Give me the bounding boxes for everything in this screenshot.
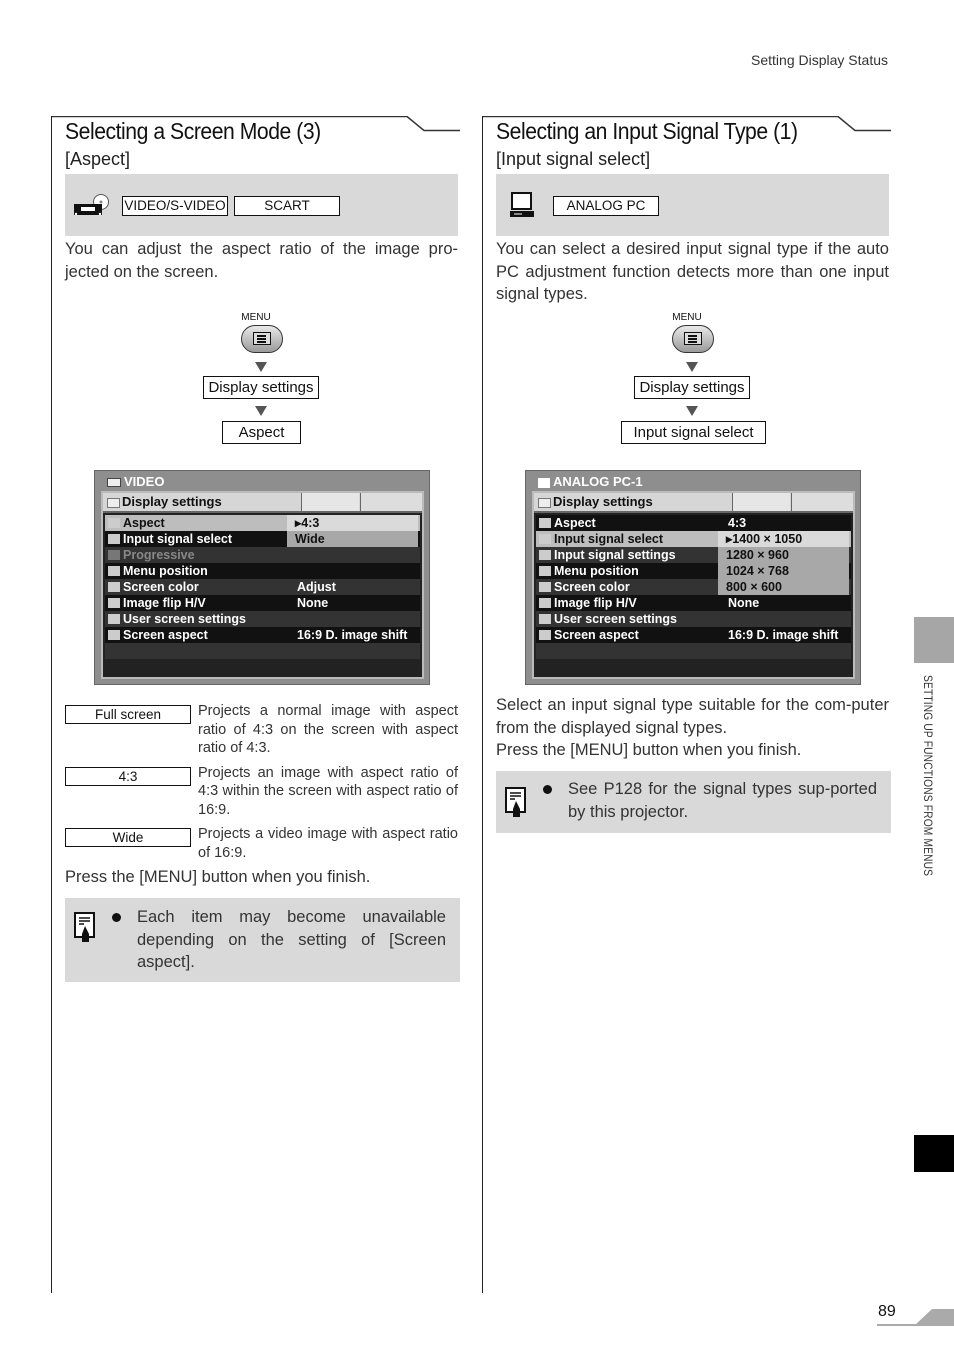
osd-tab-image-icon: [732, 493, 790, 511]
press-menu-text: Press the [MENU] button when you finish.: [496, 741, 802, 759]
osd-option-selected: ▸1400 × 1050: [718, 531, 849, 547]
option-key: 4:3: [65, 766, 191, 786]
note-memo-icon: [74, 912, 96, 947]
osd-tab-projector-icon: [791, 493, 853, 511]
running-head: Setting Display Status: [751, 52, 888, 68]
body-text: Select an input signal type suitable for…: [496, 694, 889, 762]
flow-step-display-settings: Display settings: [203, 376, 319, 399]
option-desc: Projects a video image with aspect ratio…: [198, 826, 458, 861]
section-subtitle: [Aspect]: [65, 149, 131, 169]
press-menu-text: Press the [MENU] button when you finish.: [65, 868, 371, 886]
option-desc: Projects a normal image with aspect rati…: [198, 703, 458, 756]
menu-button-icon: [241, 325, 283, 353]
osd-option: Wide: [295, 532, 325, 546]
section-title: Selecting an Input Signal Type (1): [496, 118, 798, 144]
option-row: Wide Projects a video image with aspect …: [65, 825, 458, 862]
option-row: Full screen Projects a normal image with…: [65, 702, 458, 758]
video-source-icon: [107, 478, 121, 488]
arrow-down-icon: [686, 362, 698, 372]
arrow-down-icon: [255, 406, 267, 416]
note-text: See P128 for the signal types sup-ported…: [568, 780, 877, 821]
page-number: 89: [878, 1303, 896, 1320]
option-key: Wide: [65, 828, 191, 847]
flow-step-input-signal-select: Input signal select: [621, 421, 766, 444]
pc-source-icon: [538, 477, 550, 488]
osd-row: User screen settings: [105, 611, 420, 627]
osd-screenshot-video: VIDEO Display settings Aspect Input sign…: [94, 470, 430, 685]
osd-option: 1280 × 960: [726, 548, 789, 562]
osd-row: Screen aspect 16:9 D. image shift: [536, 627, 851, 643]
osd-tab-projector-icon: [360, 493, 422, 511]
computer-icon: [510, 192, 534, 223]
osd-tab-display-settings: Display settings: [538, 494, 653, 509]
osd-dropdown: ▸4:3 Wide: [287, 515, 418, 547]
option-row: 4:3 Projects an image with aspect ratio …: [65, 764, 458, 820]
flow-step-display-settings: Display settings: [634, 376, 750, 399]
section-screen-mode: Selecting a Screen Mode (3) [Aspect] VID…: [51, 116, 460, 1293]
osd-row: Image flip H/V None: [536, 595, 851, 611]
osd-row: Image flip H/V None: [105, 595, 420, 611]
osd-option-selected: ▸4:3: [287, 515, 418, 531]
arrow-down-icon: [686, 406, 698, 416]
osd-row: Screen aspect 16:9 D. image shift: [105, 627, 420, 643]
osd-option: 1024 × 768: [726, 564, 789, 578]
section-title: Selecting a Screen Mode (3): [65, 118, 321, 144]
input-tag-video: VIDEO/S-VIDEO: [122, 196, 228, 216]
input-tag-analog-pc: ANALOG PC: [553, 196, 659, 216]
section-subtitle: [Input signal select]: [496, 149, 651, 169]
menu-label: MENU: [672, 312, 702, 323]
body-paragraph: Select an input signal type suitable for…: [496, 696, 889, 737]
menu-button-icon: [672, 325, 714, 353]
input-type-band: ANALOG PC: [496, 174, 889, 236]
note-memo-icon: [505, 787, 527, 822]
note-box: Each item may become unavailable dependi…: [65, 898, 460, 982]
arrow-down-icon: [255, 362, 267, 372]
intro-text: You can adjust the aspect ratio of the i…: [65, 240, 458, 281]
osd-row: Progressive: [105, 547, 420, 563]
bullet-icon: [112, 913, 121, 922]
osd-tab-image-icon: [301, 493, 359, 511]
note-text: Each item may become unavailable dependi…: [137, 908, 446, 971]
option-key: Full screen: [65, 705, 191, 724]
section-input-signal: Selecting an Input Signal Type (1) [Inpu…: [482, 116, 891, 1293]
flow-step-aspect: Aspect: [222, 421, 301, 444]
bullet-icon: [543, 785, 552, 794]
osd-row: User screen settings: [536, 611, 851, 627]
intro-text: You can select a desired input signal ty…: [496, 240, 889, 303]
osd-dropdown: ▸1400 × 1050 1280 × 960 1024 × 768 800 ×…: [718, 531, 849, 595]
osd-source: VIDEO: [107, 474, 164, 489]
chapter-label: SETTING UP FUNCTIONS FROM MENUS: [921, 675, 935, 877]
option-desc: Projects an image with aspect ratio of 4…: [198, 764, 458, 818]
osd-source: ANALOG PC-1: [538, 474, 643, 489]
aspect-options: Full screen Projects a normal image with…: [65, 702, 458, 868]
note-box: See P128 for the signal types sup-ported…: [496, 771, 891, 833]
input-type-band: VIDEO/S-VIDEO SCART: [65, 174, 458, 236]
input-tag-scart: SCART: [234, 196, 340, 216]
osd-row: Menu position: [105, 563, 420, 579]
osd-row: Aspect 4:3: [536, 515, 851, 531]
chapter-tab: [914, 617, 954, 663]
osd-tab-display-settings: Display settings: [107, 494, 222, 509]
vcr-dvd-icon: [73, 194, 111, 223]
page-wedge: [914, 1309, 954, 1326]
osd-option: 800 × 600: [726, 580, 782, 594]
menu-label: MENU: [241, 312, 271, 323]
chapter-marker: [914, 1135, 954, 1172]
osd-screenshot-analog-pc: ANALOG PC-1 Display settings Aspect 4:3 I…: [525, 470, 861, 685]
osd-row: Screen color Adjust: [105, 579, 420, 595]
